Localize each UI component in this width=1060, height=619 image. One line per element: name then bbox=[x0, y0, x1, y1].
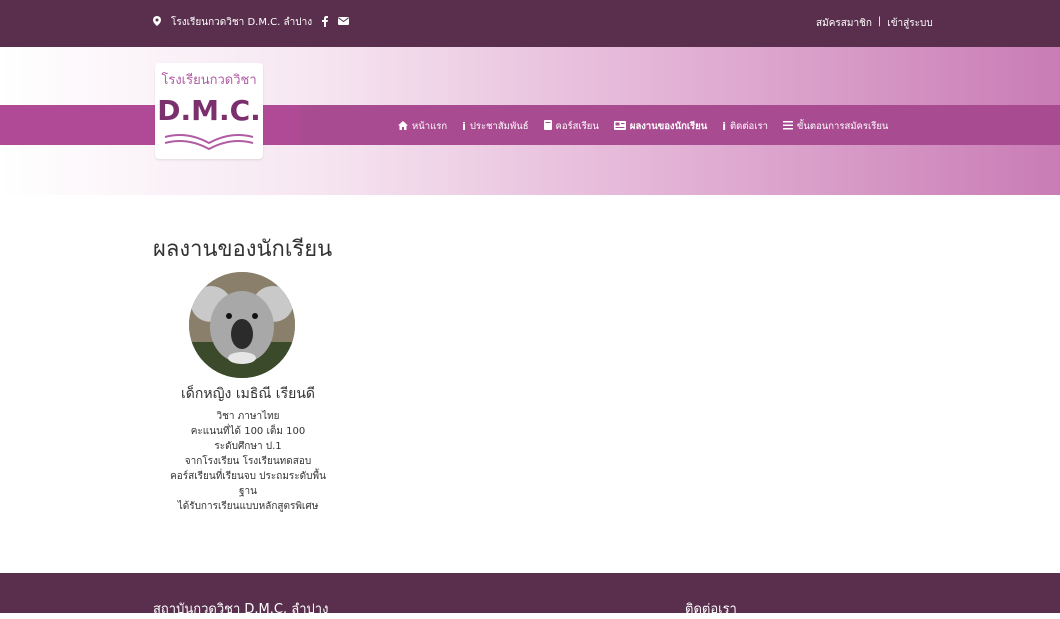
school-name-text: โรงเรียนกวดวิชา D.M.C. ลำปาง bbox=[171, 17, 313, 28]
student-score: คะแนนที่ได้ 100 เต็ม 100 bbox=[190, 426, 306, 437]
nav-label: หน้าแรก bbox=[412, 121, 448, 132]
open-book-icon bbox=[164, 134, 254, 151]
nav-item-courses[interactable]: คอร์สเรียน bbox=[543, 119, 599, 134]
logo-brand-text: D.M.C. bbox=[157, 94, 261, 127]
page-title: ผลงานของนักเรียน bbox=[153, 237, 333, 262]
nav-item-news[interactable]: i ประชาสัมพันธ์ bbox=[462, 119, 528, 134]
student-school: จากโรงเรียน โรงเรียนทดสอบ bbox=[184, 456, 312, 467]
footer: สถาบันกวดวิชา D.M.C. ลำปาง ติดต่อเรา bbox=[0, 573, 1060, 617]
newspaper-icon bbox=[613, 120, 626, 133]
footer-institute: สถาบันกวดวิชา D.M.C. ลำปาง bbox=[153, 602, 329, 617]
header-banner: โรงเรียนกวดวิชา D.M.C. หน้าแรก i ประชาสั… bbox=[0, 47, 1060, 195]
nav-label: ขั้นตอนการสมัครเรียน bbox=[796, 121, 889, 132]
student-avatar bbox=[189, 272, 295, 378]
map-marker-icon bbox=[153, 16, 161, 29]
student-subject: วิชา ภาษาไทย bbox=[216, 411, 280, 422]
main-nav: หน้าแรก i ประชาสัมพันธ์ คอร์สเรียน ผลงาน… bbox=[398, 119, 888, 134]
site-logo[interactable]: โรงเรียนกวดวิชา D.M.C. bbox=[155, 63, 263, 159]
student-course: คอร์สเรียนที่เรียนจบ ประถมระดับพื้น bbox=[170, 471, 326, 482]
top-bar-left: โรงเรียนกวดวิชา D.M.C. ลำปาง bbox=[153, 15, 350, 30]
separator: | bbox=[877, 16, 882, 27]
facebook-icon[interactable] bbox=[322, 15, 329, 30]
top-bar-right: สมัครสมาชิก | เข้าสู่ระบบ bbox=[816, 16, 933, 31]
nav-item-contact[interactable]: i ติดต่อเรา bbox=[722, 119, 768, 134]
envelope-icon[interactable] bbox=[338, 17, 350, 28]
student-details: วิชา ภาษาไทย คะแนนที่ได้ 100 เต็ม 100 ระ… bbox=[153, 409, 343, 514]
student-reward: ได้รับการเรียนแบบหลักสูตรพิเศษ bbox=[177, 501, 319, 512]
info-icon: i bbox=[722, 120, 727, 133]
home-icon bbox=[398, 120, 408, 133]
nav-item-home[interactable]: หน้าแรก bbox=[398, 119, 447, 134]
koala-photo bbox=[189, 272, 295, 378]
nav-item-enroll-steps[interactable]: ขั้นตอนการสมัครเรียน bbox=[782, 119, 889, 134]
footer-contact-heading: ติดต่อเรา bbox=[685, 602, 737, 617]
list-icon bbox=[782, 120, 793, 133]
nav-label: ผลงานของนักเรียน bbox=[629, 121, 708, 132]
book-icon bbox=[543, 120, 552, 133]
student-level: ระดับศึกษา ป.1 bbox=[214, 441, 282, 452]
nav-label: คอร์สเรียน bbox=[555, 121, 599, 132]
info-icon: i bbox=[462, 120, 466, 133]
login-link[interactable]: เข้าสู่ระบบ bbox=[887, 16, 932, 31]
student-course-cont: ฐาน bbox=[239, 486, 257, 497]
nav-label: ติดต่อเรา bbox=[730, 121, 768, 132]
student-card: เด็กหญิง เมธิณี เรียนดี วิชา ภาษาไทย คะแ… bbox=[153, 272, 343, 514]
logo-thai-text: โรงเรียนกวดวิชา bbox=[161, 73, 257, 88]
nav-item-student-works[interactable]: ผลงานของนักเรียน bbox=[613, 119, 708, 134]
register-link[interactable]: สมัครสมาชิก bbox=[816, 16, 872, 31]
student-name: เด็กหญิง เมธิณี เรียนดี bbox=[181, 386, 315, 402]
top-bar: โรงเรียนกวดวิชา D.M.C. ลำปาง สมัครสมาชิก… bbox=[0, 0, 1060, 47]
nav-label: ประชาสัมพันธ์ bbox=[469, 121, 529, 132]
